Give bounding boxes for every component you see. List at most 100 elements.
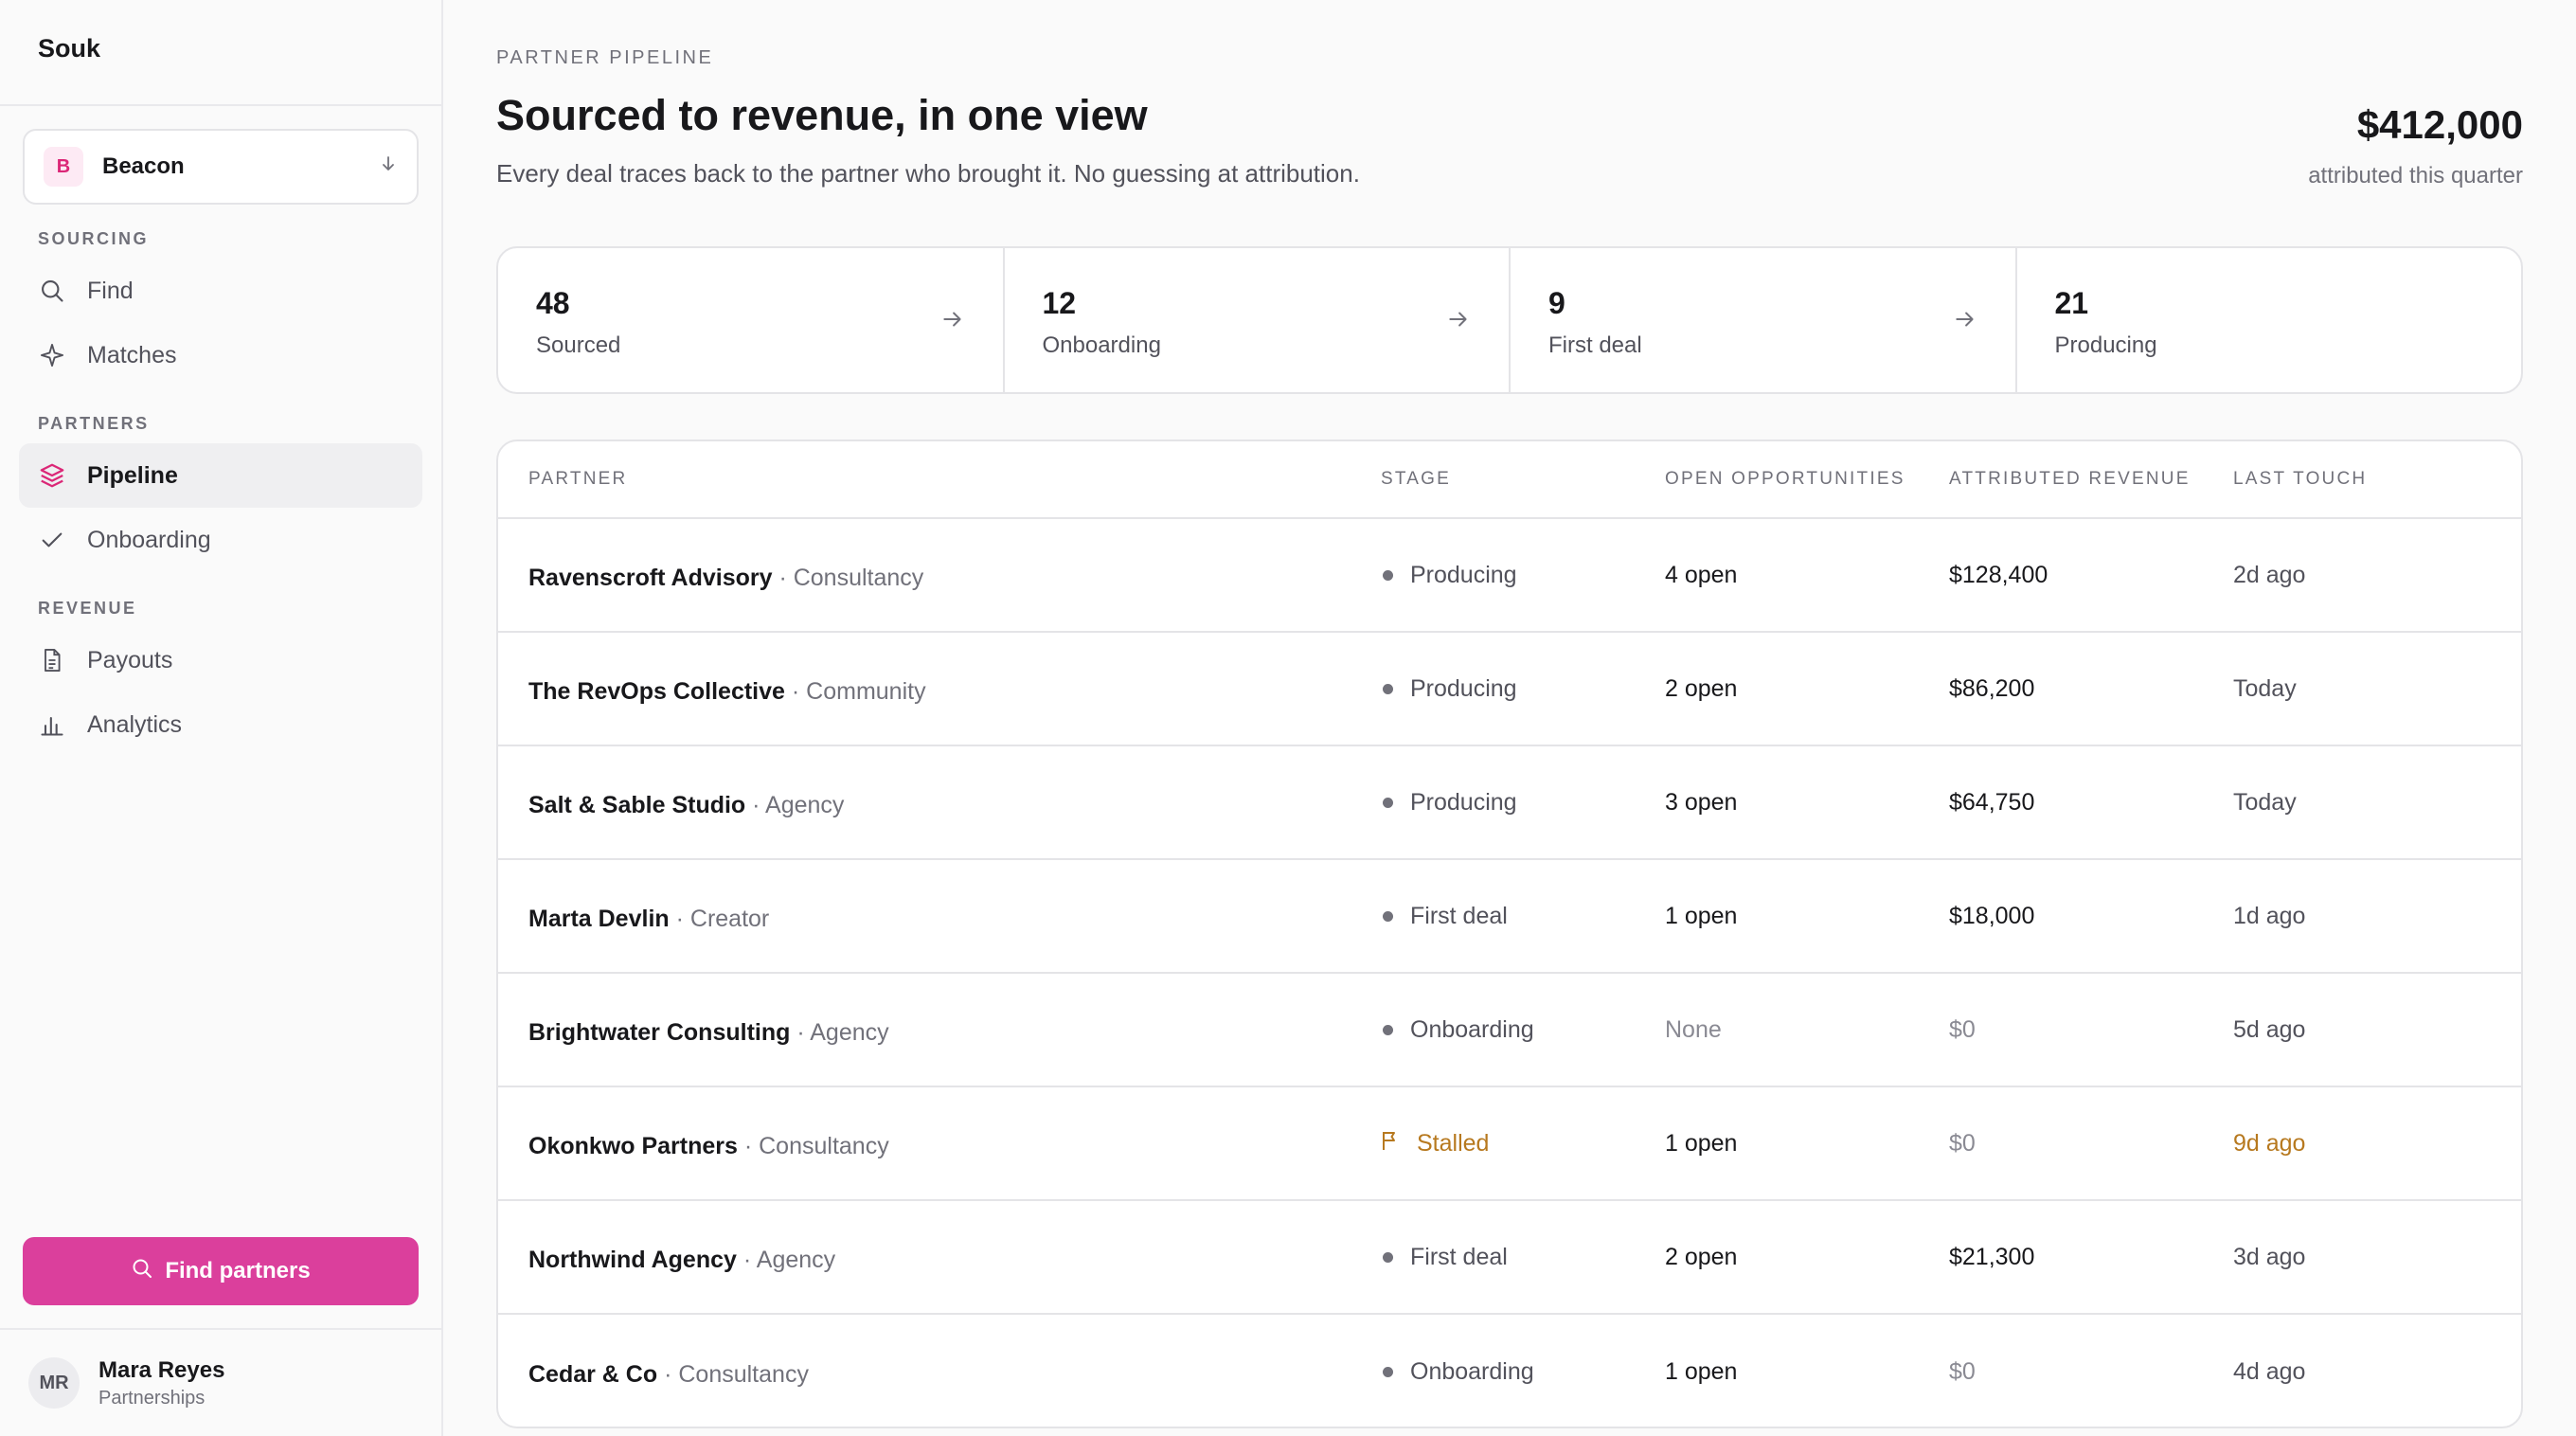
table-row[interactable]: Ravenscroft Advisory · Consultancy Produc… (498, 519, 2521, 633)
bar-chart-icon (38, 710, 66, 739)
page-subtitle: Every deal traces back to the partner wh… (496, 159, 1360, 188)
arrow-down-icon (379, 154, 398, 179)
column-header-stage[interactable]: STAGE (1381, 469, 1665, 490)
table-row[interactable]: Northwind Agency · Agency First deal 2 ope… (498, 1201, 2521, 1315)
partner-name[interactable]: Northwind Agency (528, 1247, 737, 1273)
status-dot-icon (1383, 569, 1393, 581)
find-partners-label: Find partners (165, 1258, 311, 1283)
stage-label: Sourced (536, 332, 621, 358)
status-dot-icon (1383, 1024, 1393, 1035)
column-header-last-touch[interactable]: LAST TOUCH (2233, 469, 2521, 490)
nav-item-pipeline[interactable]: Pipeline (19, 443, 422, 508)
stage-label: First deal (1410, 1243, 1508, 1270)
nav-item-payouts[interactable]: Payouts (19, 628, 422, 692)
open-opportunities: 1 open (1665, 1129, 1738, 1157)
partner-cell: Northwind Agency · Agency (498, 1241, 1381, 1274)
stage-card-onboarding[interactable]: 12 Onboarding (1005, 248, 1511, 392)
open-opportunities: 4 open (1665, 561, 1738, 588)
column-header-partner[interactable]: PARTNER (498, 469, 1381, 490)
column-header-open-opportunities[interactable]: OPEN OPPORTUNITIES (1665, 469, 1949, 490)
stage-label: Producing (1410, 788, 1517, 816)
search-icon (38, 277, 66, 305)
nav-item-find[interactable]: Find (19, 259, 422, 323)
last-touch: Today (2233, 674, 2297, 702)
main-content: PARTNER PIPELINE Sourced to revenue, in … (443, 0, 2576, 1436)
nav-item-label: Onboarding (87, 526, 211, 553)
partner-name[interactable]: Salt & Sable Studio (528, 792, 745, 818)
status-dot-icon (1383, 910, 1393, 922)
stage-label: Producing (1410, 561, 1517, 588)
stage-label: Onboarding (1042, 332, 1161, 358)
attributed-revenue-total: $412,000 (2356, 102, 2523, 147)
table-row[interactable]: Marta Devlin · Creator First deal 1 open $1… (498, 860, 2521, 974)
nav-item-label: Payouts (87, 646, 173, 673)
brand-logo[interactable]: Souk (0, 0, 441, 106)
open-opportunities: 2 open (1665, 674, 1738, 702)
table-row[interactable]: Cedar & Co · Consultancy Onboarding 1 open… (498, 1315, 2521, 1427)
attributed-revenue: $128,400 (1949, 561, 2048, 588)
partner-cell: Marta Devlin · Creator (498, 900, 1381, 933)
stage-cell: Stalled (1381, 1130, 1665, 1158)
last-touch: 3d ago (2233, 1243, 2306, 1270)
stage-cell: Producing (1381, 789, 1665, 817)
status-dot-icon (1383, 1366, 1393, 1377)
partner-name[interactable]: Marta Devlin (528, 906, 670, 932)
stage-card-sourced[interactable]: 48 Sourced (498, 248, 1005, 392)
stage-cell: Onboarding (1381, 1358, 1665, 1386)
table-row[interactable]: The RevOps Collective · Community Produci… (498, 633, 2521, 746)
nav-item-label: Pipeline (87, 461, 178, 489)
partner-name[interactable]: The RevOps Collective (528, 678, 785, 705)
open-opportunities: 1 open (1665, 1357, 1738, 1385)
table-row[interactable]: Salt & Sable Studio · Agency Producing 3 o… (498, 746, 2521, 860)
attributed-revenue: $18,000 (1949, 902, 2035, 929)
stage-count: 21 (2054, 286, 2089, 320)
open-opportunities: 2 open (1665, 1243, 1738, 1270)
stage-cell: Onboarding (1381, 1016, 1665, 1044)
attributed-revenue: $0 (1949, 1129, 1976, 1157)
partner-name[interactable]: Okonkwo Partners (528, 1133, 738, 1159)
sparkle-icon (38, 341, 66, 369)
stage-count: 12 (1042, 286, 1077, 320)
user-profile[interactable]: MR Mara Reyes Partnerships (0, 1328, 441, 1436)
partner-name[interactable]: Ravenscroft Advisory (528, 565, 773, 591)
nav-item-matches[interactable]: Matches (19, 323, 422, 387)
stage-label: Stalled (1417, 1129, 1490, 1157)
stage-label: Onboarding (1410, 1015, 1534, 1043)
status-dot-icon (1383, 683, 1393, 694)
last-touch: 4d ago (2233, 1357, 2306, 1385)
partner-type: · Consultancy (778, 564, 924, 591)
last-touch: Today (2233, 788, 2297, 816)
arrow-right-icon (1446, 307, 1471, 336)
stage-label: Producing (2054, 332, 2157, 358)
attributed-revenue-label: attributed this quarter (2308, 163, 2523, 188)
layers-icon (38, 461, 66, 490)
attributed-revenue: $21,300 (1949, 1243, 2035, 1270)
partner-type: · Community (791, 677, 926, 705)
stage-label: Producing (1410, 674, 1517, 702)
partner-type: · Creator (675, 905, 770, 932)
document-icon (38, 646, 66, 674)
stage-card-producing[interactable]: 21 Producing (2017, 248, 2522, 392)
partner-name[interactable]: Cedar & Co (528, 1361, 657, 1388)
check-icon (38, 526, 66, 554)
partner-type: · Consultancy (743, 1132, 889, 1159)
table-row[interactable]: Okonkwo Partners · Consultancy Stalled 1 o… (498, 1087, 2521, 1201)
stage-card-first-deal[interactable]: 9 First deal (1511, 248, 2017, 392)
partner-type: · Agency (796, 1018, 889, 1046)
find-partners-button[interactable]: Find partners (23, 1237, 419, 1305)
stage-cell: First deal (1381, 1244, 1665, 1271)
stage-cell: Producing (1381, 675, 1665, 703)
nav-item-analytics[interactable]: Analytics (19, 692, 422, 757)
workspace-badge: B (44, 147, 83, 187)
partner-cell: Cedar & Co · Consultancy (498, 1355, 1381, 1389)
page-title: Sourced to revenue, in one view (496, 91, 1148, 139)
table-row[interactable]: Brightwater Consulting · Agency Onboardin… (498, 974, 2521, 1087)
stage-label: First deal (1410, 902, 1508, 929)
partners-table: PARTNER STAGE OPEN OPPORTUNITIES ATTRIBU… (496, 440, 2523, 1428)
workspace-switcher[interactable]: B Beacon (23, 129, 419, 205)
nav-item-onboarding[interactable]: Onboarding (19, 508, 422, 572)
partner-name[interactable]: Brightwater Consulting (528, 1019, 790, 1046)
nav-item-label: Analytics (87, 710, 183, 738)
stage-count: 9 (1548, 286, 1565, 320)
column-header-attributed-revenue[interactable]: ATTRIBUTED REVENUE (1949, 469, 2233, 490)
